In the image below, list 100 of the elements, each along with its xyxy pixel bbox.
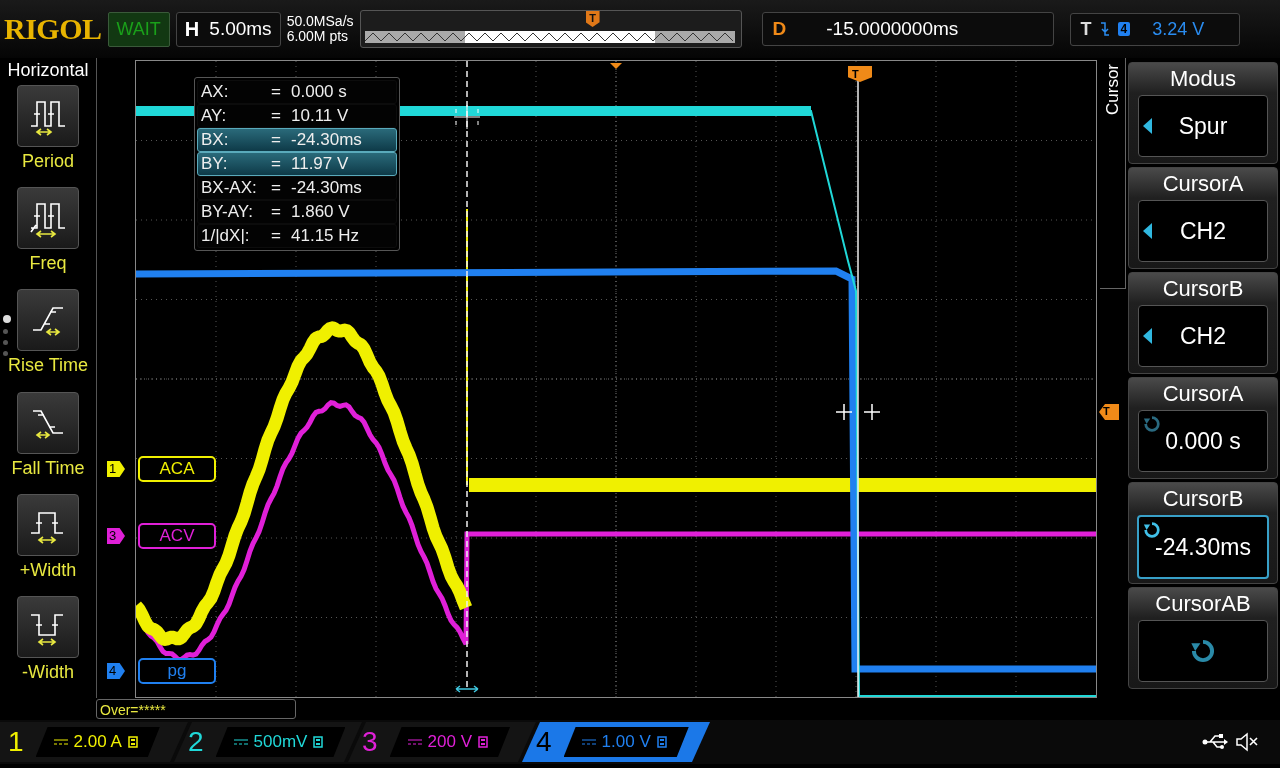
status-message: Over=***** bbox=[96, 699, 296, 719]
page-dot[interactable] bbox=[3, 351, 8, 356]
sample-rate: 50.0MSa/s bbox=[286, 14, 354, 29]
cursor-line[interactable] bbox=[466, 61, 468, 690]
channel-label: pg bbox=[138, 658, 216, 684]
equals-sign: = bbox=[271, 153, 282, 175]
channel-marker[interactable]: 4 bbox=[107, 663, 125, 679]
knob-icon bbox=[1143, 521, 1161, 539]
trigger-label: T bbox=[1080, 18, 1092, 40]
softkey-title: CursorA bbox=[1162, 170, 1244, 198]
channel-tab[interactable]: 1 2.00 A bbox=[0, 722, 188, 762]
caret-icon bbox=[1143, 223, 1152, 239]
softkey-button[interactable]: CursorB -24.30ms bbox=[1128, 482, 1278, 584]
crosshair-icon bbox=[453, 104, 481, 130]
equals-sign: = bbox=[271, 201, 282, 223]
trigger-channel: 4 bbox=[1117, 22, 1131, 36]
readout-value: 11.97 V bbox=[291, 153, 350, 175]
readout-label: BX-AX: bbox=[201, 177, 258, 199]
readout-label: BY: bbox=[201, 153, 229, 175]
softkey-title: CursorB bbox=[1162, 485, 1244, 513]
cursor-handle-icon[interactable] bbox=[455, 685, 479, 693]
readout-value: 1.860 V bbox=[291, 201, 351, 223]
readout-value: -24.30ms bbox=[291, 129, 363, 151]
channel-tab[interactable]: 4 1.00 V bbox=[522, 722, 710, 762]
equals-sign: = bbox=[271, 105, 282, 127]
dc-coupling-icon bbox=[407, 738, 422, 746]
softkey-value: CH2 bbox=[1180, 322, 1226, 350]
run-status: WAIT bbox=[107, 11, 170, 47]
readout-label: 1/|dX|: bbox=[201, 225, 251, 247]
softkey-button[interactable]: Modus Spur bbox=[1128, 62, 1278, 164]
trigger-position-icon bbox=[610, 63, 622, 69]
delay-value: -15.0000000ms bbox=[826, 18, 959, 40]
channel-scale: 1.00 V bbox=[601, 732, 651, 752]
channel-number: 2 bbox=[188, 726, 204, 758]
dc-coupling-icon bbox=[581, 738, 596, 746]
falling-edge-icon bbox=[1099, 21, 1110, 37]
dc-coupling-icon bbox=[53, 738, 68, 746]
trigger-box[interactable]: T 4 3.24 V bbox=[1069, 12, 1240, 46]
bandwidth-limit-icon bbox=[478, 736, 488, 748]
readout-value: 10.11 V bbox=[291, 105, 350, 127]
caret-icon bbox=[1143, 118, 1152, 134]
measurement-button[interactable]: Rise Time bbox=[8, 289, 88, 392]
channel-number: 4 bbox=[536, 726, 552, 758]
equals-sign: = bbox=[271, 225, 282, 247]
softkey-title: Modus bbox=[1169, 65, 1236, 93]
menu-title: Horizontal bbox=[7, 59, 89, 82]
readout-value: 0.000 s bbox=[291, 81, 348, 103]
trigger-level: 3.24 V bbox=[1152, 18, 1205, 40]
timebase-box[interactable]: H 5.00ms bbox=[175, 11, 281, 47]
channel-scale: 500mV bbox=[253, 732, 308, 752]
softkey-title: CursorA bbox=[1162, 380, 1244, 408]
softkey-value: -24.30ms bbox=[1155, 533, 1251, 561]
page-dot[interactable] bbox=[3, 315, 11, 323]
delay-box[interactable]: D -15.0000000ms bbox=[761, 12, 1054, 46]
trigger-level-marker: T bbox=[1099, 404, 1119, 420]
equals-sign: = bbox=[271, 177, 282, 199]
channel-number: 3 bbox=[362, 726, 378, 758]
bandwidth-limit-icon bbox=[656, 736, 667, 748]
readout-value: -24.30ms bbox=[291, 177, 363, 199]
caret-icon bbox=[1143, 328, 1152, 344]
softkey-title: CursorAB bbox=[1155, 590, 1251, 618]
crosshair-icon bbox=[835, 403, 881, 421]
softkey-button[interactable]: CursorB CH2 bbox=[1128, 272, 1278, 374]
softkey-title: CursorB bbox=[1162, 275, 1244, 303]
readout-value: 41.15 Hz bbox=[291, 225, 361, 247]
channel-tab[interactable]: 2 500mV bbox=[174, 722, 362, 762]
delay-label: D bbox=[772, 18, 787, 40]
menu-title: Cursor bbox=[1102, 63, 1123, 117]
channel-marker[interactable]: 3 bbox=[107, 528, 125, 544]
page-dot[interactable] bbox=[3, 340, 8, 345]
softkey-value: CH2 bbox=[1180, 217, 1226, 245]
softkey-button[interactable]: CursorA CH2 bbox=[1128, 167, 1278, 269]
channel-scale: 2.00 A bbox=[73, 732, 122, 752]
softkey-button[interactable]: CursorAB bbox=[1128, 587, 1278, 689]
softkey-value: 0.000 s bbox=[1165, 427, 1241, 455]
channel-scale: 200 V bbox=[427, 732, 472, 752]
dc-coupling-icon bbox=[233, 738, 248, 746]
softkey-value: Spur bbox=[1178, 112, 1228, 140]
channel-label: ACV bbox=[138, 523, 216, 549]
readout-label: AY: bbox=[201, 105, 228, 127]
channel-marker[interactable]: 1 bbox=[107, 461, 125, 477]
timebase-label: H bbox=[184, 17, 200, 41]
channel-label: ACA bbox=[138, 456, 216, 482]
channel-number: 1 bbox=[8, 726, 24, 758]
equals-sign: = bbox=[271, 81, 282, 103]
timebase-value: 5.00ms bbox=[209, 18, 272, 40]
equals-sign: = bbox=[271, 129, 282, 151]
knob-icon bbox=[1143, 415, 1161, 433]
channel-tab[interactable]: 3 200 V bbox=[348, 722, 536, 762]
readout-label: BX: bbox=[201, 129, 230, 151]
trigger-marker: T bbox=[585, 11, 600, 27]
softkey-button[interactable]: CursorA 0.000 s bbox=[1128, 377, 1278, 479]
bandwidth-limit-icon bbox=[127, 736, 138, 748]
brand-logo: RIGOL bbox=[4, 12, 102, 46]
page-dot[interactable] bbox=[3, 329, 8, 334]
speaker-muted-icon bbox=[1234, 731, 1260, 753]
memory-depth: 6.00M pts bbox=[286, 29, 350, 44]
readout-label: AX: bbox=[201, 81, 230, 103]
readout-label: BY-AY: bbox=[201, 201, 254, 223]
knob-icon bbox=[1190, 638, 1216, 664]
